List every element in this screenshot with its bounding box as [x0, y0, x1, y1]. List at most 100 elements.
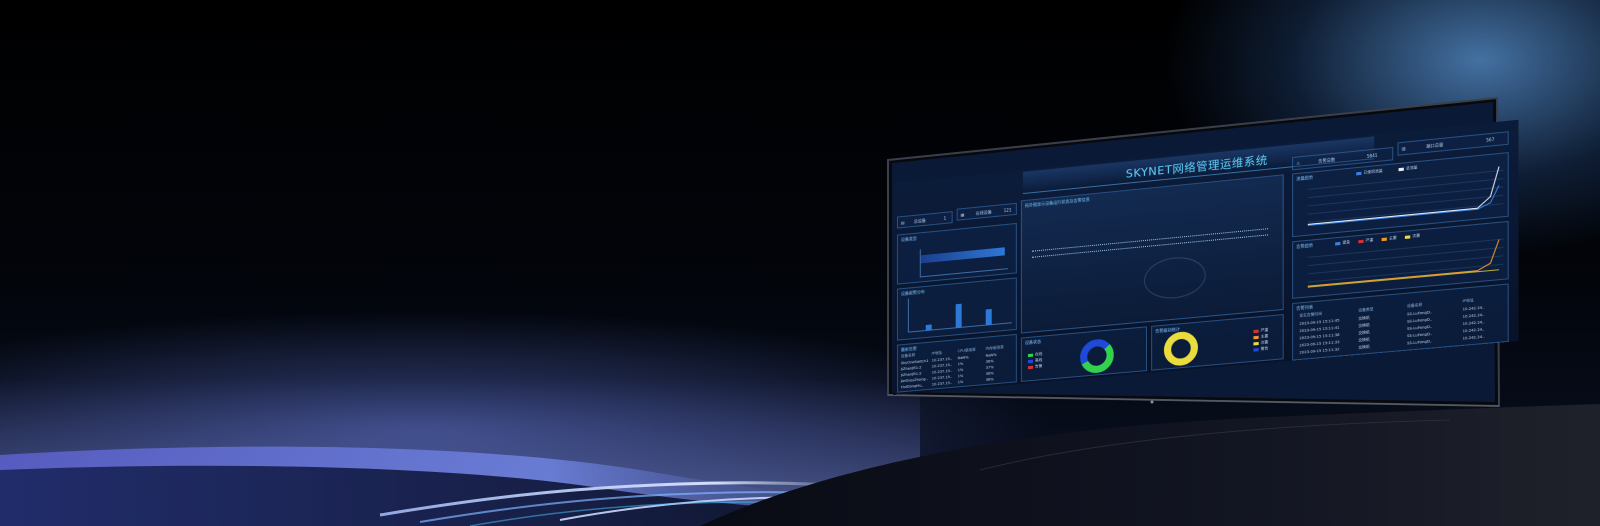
legend-swatch: [1253, 348, 1259, 352]
table-header: 设备名称: [900, 353, 916, 359]
panel-title: 拓扑图显示设备运行状态及告警信息: [1024, 196, 1090, 209]
alarm-icon: ⚠: [1296, 160, 1301, 166]
table-cell: 交换机: [1358, 322, 1370, 329]
grid-icon: ▦: [960, 211, 965, 218]
stat-label: 端口总量: [1426, 141, 1444, 149]
map-globe-decoration: [1143, 254, 1206, 302]
panel-title: 流量趋势: [1296, 174, 1314, 182]
switch-icon: ▥: [1401, 145, 1406, 152]
stat-port-total[interactable]: ▥ 端口总量 567: [1397, 131, 1509, 156]
dashboard-screen: SKYNET网络管理运维系统 ▤ 总设备 1 ▦ 在线设备 121 设备类型 设…: [893, 119, 1519, 396]
stat-label: 总设备: [913, 217, 926, 224]
legend-swatch: [1253, 335, 1259, 340]
table-cell: 10.242.24..: [1462, 334, 1485, 341]
column-bar: [955, 303, 962, 329]
legend-label: 警告: [1260, 346, 1269, 351]
topology-map[interactable]: 拓扑图显示设备运行状态及告警信息: [1020, 174, 1284, 334]
table-cell: JiZhanJR1-2: [900, 365, 922, 372]
stat-label: 在线设备: [975, 209, 992, 216]
table-header: IP地址: [931, 350, 943, 356]
server-icon: ▤: [900, 219, 905, 226]
table-header: 设备类型: [1358, 307, 1374, 313]
column-bar: [985, 308, 992, 326]
table-cell: SkyOneSwitch1: [900, 358, 929, 366]
table-cell: 1%: [957, 361, 964, 367]
legend-swatch: [1398, 167, 1404, 172]
table-cell: 10.237.15..: [931, 380, 953, 387]
legend-label: 严重: [1260, 327, 1269, 333]
table-cell: JieShouZhong..: [900, 376, 928, 384]
legend-label: 告警: [1035, 363, 1043, 369]
stat-total-devices[interactable]: ▤ 总设备 1: [896, 211, 953, 229]
table-cell: 交换机: [1358, 344, 1370, 350]
legend-label: 次要: [1412, 233, 1421, 239]
table-cell: 36%: [985, 371, 994, 376]
table-cell: SS-LuFengD..: [1407, 339, 1433, 346]
device-type-panel: 设备类型: [896, 222, 1017, 285]
table-cell: 36%: [985, 359, 994, 364]
table-cell: 2023-09-15 15:11:45: [1299, 318, 1340, 327]
legend-swatch: [1027, 365, 1034, 370]
legend-swatch: [1253, 329, 1259, 334]
device-status-donut: [1079, 336, 1116, 376]
stat-value: 121: [1003, 207, 1012, 214]
legend-swatch: [1335, 241, 1341, 246]
legend-label: 主要: [1388, 235, 1397, 241]
legend-swatch: [1381, 237, 1387, 242]
table-cell: SS-LuFengD..: [1407, 317, 1433, 324]
panel-title: 设备类型: [900, 235, 917, 243]
table-cell: JiZhanJR1-2: [900, 371, 922, 378]
stat-value: 567: [1486, 136, 1495, 143]
stat-label: 告警总数: [1318, 156, 1336, 164]
table-cell: 10.242.24..: [1462, 312, 1485, 319]
legend-label: 总流量: [1405, 165, 1418, 171]
table-header: 设备名称: [1407, 302, 1423, 309]
device-status-panel: 设备状态 在线 离线 告警: [1020, 326, 1148, 382]
topology-link: [1031, 228, 1269, 252]
table-header: CPU使用率: [957, 347, 976, 354]
table-cell: 2023-09-15 15:11:33: [1299, 339, 1340, 348]
panel-title: 告警列表: [1296, 304, 1314, 311]
table-cell: 10.237.15..: [931, 374, 953, 381]
table-cell: 10.242.24..: [1462, 305, 1485, 312]
table-cell: 1%: [957, 367, 964, 373]
panel-title: 告警趋势: [1296, 242, 1314, 250]
table-cell: SS-LuFengD..: [1407, 324, 1433, 331]
panel-title: 设备报警分布: [900, 289, 925, 297]
legend-label: 离线: [1035, 357, 1043, 363]
legend-swatch: [1253, 341, 1259, 346]
legend-swatch: [1404, 235, 1411, 239]
legend-label: 紧急: [1342, 239, 1351, 245]
table-cell: 交换机: [1358, 315, 1370, 321]
table-cell: SS-LuFengD..: [1407, 331, 1433, 339]
legend-label: 主要: [1260, 333, 1269, 339]
legend-swatch: [1027, 353, 1034, 358]
table-cell: 10.242.24..: [1462, 320, 1485, 327]
table-cell: 1%: [957, 379, 964, 385]
table-cell: 10.237.15..: [931, 362, 953, 369]
table-header: IP地址: [1462, 298, 1474, 304]
alarm-distribution-panel: 设备报警分布: [896, 277, 1017, 341]
legend-swatch: [1358, 239, 1364, 244]
table-cell: 10.237.15..: [931, 368, 953, 375]
stat-online-devices[interactable]: ▦ 在线设备 121: [956, 202, 1017, 221]
table-cell: 10.237.15..: [931, 356, 953, 363]
topology-link: [1031, 234, 1269, 258]
alarm-level-donut: [1162, 329, 1199, 369]
table-cell: 1%: [957, 373, 964, 379]
table-cell: 交换机: [1358, 337, 1370, 343]
latest-alarms-panel: 最新告警 设备名称 IP地址 CPU使用率 内存使用率 SkyOneSwitch…: [896, 333, 1017, 393]
table-cell: 交换机: [1358, 330, 1370, 336]
table-cell: 2023-09-15 15:11:41: [1299, 325, 1340, 334]
legend-swatch: [1027, 359, 1034, 364]
legend-label: 已使用流量: [1363, 168, 1383, 175]
traffic-line-chart: [1308, 164, 1504, 231]
table-cell: 10.242.24..: [1462, 327, 1485, 334]
legend-swatch: [1356, 171, 1362, 176]
stat-value: 5841: [1366, 152, 1378, 159]
table-cell: HuiDongHu..: [900, 383, 924, 390]
table-header: 发生告警时间: [1299, 311, 1323, 318]
alarm-level-panel: 告警级别统计 严重 主要 次要 警告: [1151, 314, 1284, 371]
table-header: 内存使用率: [985, 345, 1004, 351]
legend-label: 次要: [1260, 340, 1269, 345]
